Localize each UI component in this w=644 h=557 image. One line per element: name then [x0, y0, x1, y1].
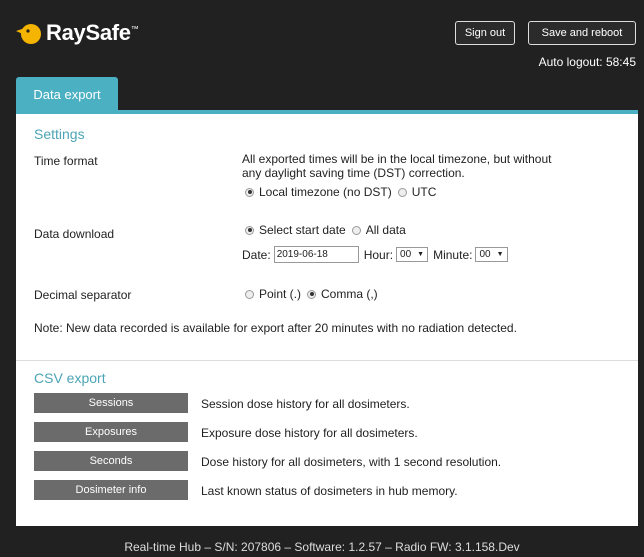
data-download-label: Data download	[34, 227, 115, 241]
exposures-description: Exposure dose history for all dosimeters…	[201, 426, 418, 440]
tab-data-export[interactable]: Data export	[16, 77, 118, 111]
radio-point-label: Point (.)	[259, 287, 302, 301]
hour-select[interactable]: 00 ▼	[396, 247, 429, 262]
radio-utc[interactable]	[397, 187, 407, 197]
minute-select[interactable]: 00 ▼	[475, 247, 508, 262]
dosimeter-info-export-button[interactable]: Dosimeter info	[34, 480, 188, 500]
radio-select-start-date-label: Select start date	[259, 223, 346, 237]
footer-device-info: Real-time Hub – S/N: 207806 – Software: …	[124, 540, 520, 554]
raysafe-bird-icon	[16, 24, 41, 44]
radio-local-timezone-label: Local timezone (no DST)	[259, 185, 392, 199]
radio-all-data[interactable]	[351, 225, 361, 235]
data-download-options: Select start date All data	[245, 223, 406, 237]
app-header: RaySafe™ Sign out Save and reboot Auto l…	[0, 0, 644, 76]
seconds-export-button[interactable]: Seconds	[34, 451, 188, 471]
dosimeter-info-description: Last known status of dosimeters in hub m…	[201, 484, 458, 498]
brand-name: RaySafe™	[46, 20, 139, 45]
radio-local-timezone[interactable]	[245, 187, 254, 197]
chevron-down-icon: ▼	[417, 251, 425, 258]
radio-comma[interactable]	[307, 289, 317, 299]
time-format-description: All exported times will be in the local …	[242, 152, 552, 180]
start-date-fields: Date: 2019-06-18 Hour: 00 ▼ Minute: 00 ▼	[242, 246, 513, 263]
settings-heading: Settings	[34, 126, 85, 142]
sign-out-button[interactable]: Sign out	[455, 21, 515, 45]
seconds-description: Dose history for all dosimeters, with 1 …	[201, 455, 502, 469]
export-note: Note: New data recorded is available for…	[34, 321, 517, 335]
minute-label: Minute:	[433, 247, 473, 262]
section-divider	[16, 360, 638, 361]
csv-export-heading: CSV export	[34, 370, 106, 386]
sessions-export-button[interactable]: Sessions	[34, 393, 188, 413]
date-input[interactable]: 2019-06-18	[273, 246, 359, 263]
radio-comma-label: Comma (,)	[321, 287, 378, 301]
date-label: Date:	[242, 247, 271, 262]
data-export-panel: Settings Time format All exported times …	[16, 114, 638, 526]
radio-select-start-date[interactable]	[245, 225, 254, 235]
time-format-options: Local timezone (no DST) UTC	[245, 185, 436, 199]
chevron-down-icon: ▼	[496, 251, 504, 258]
radio-point[interactable]	[245, 289, 254, 299]
decimal-separator-options: Point (.) Comma (,)	[245, 287, 378, 301]
decimal-separator-label: Decimal separator	[34, 288, 132, 302]
exposures-export-button[interactable]: Exposures	[34, 422, 188, 442]
radio-all-data-label: All data	[365, 223, 406, 237]
sessions-description: Session dose history for all dosimeters.	[201, 397, 410, 411]
time-format-label: Time format	[34, 154, 98, 168]
radio-utc-label: UTC	[411, 185, 437, 199]
raysafe-logo: RaySafe™	[16, 20, 139, 46]
auto-logout-timer: Auto logout: 58:45	[538, 55, 636, 69]
save-and-reboot-button[interactable]: Save and reboot	[528, 21, 636, 45]
hour-label: Hour:	[363, 247, 394, 262]
